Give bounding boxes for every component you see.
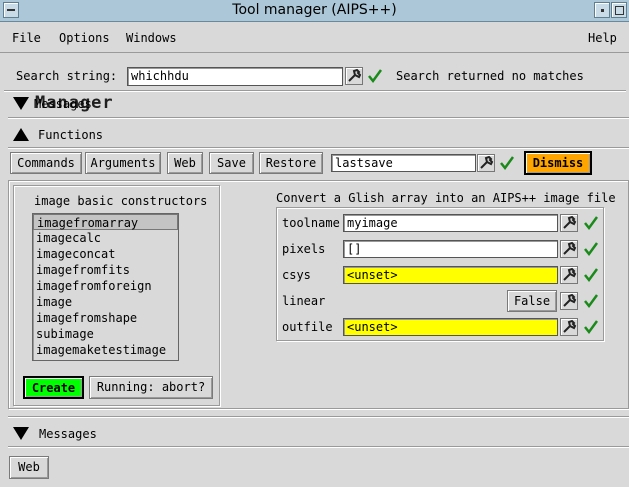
restore-button[interactable]: Restore — [259, 152, 323, 174]
functions-header[interactable]: Functions — [8, 120, 629, 146]
web-button[interactable]: Web — [167, 152, 203, 174]
separator — [8, 416, 629, 418]
menu-bar: File Options Windows Help — [0, 23, 629, 53]
maximize-button[interactable] — [611, 2, 627, 18]
list-item[interactable]: imagefromfits — [33, 262, 178, 278]
separator — [8, 446, 629, 448]
messages-header[interactable]: Messages — [8, 419, 629, 445]
function-description: Convert a Glish array into an AIPS++ ima… — [276, 191, 616, 205]
menu-help[interactable]: Help — [588, 31, 617, 45]
wrench-icon[interactable] — [560, 214, 578, 232]
search-input[interactable]: whichhdu — [127, 67, 343, 86]
arg-label-toolname: toolname — [282, 216, 340, 230]
triangle-down-icon[interactable] — [12, 424, 30, 442]
wrench-icon[interactable] — [560, 266, 578, 284]
triangle-up-icon[interactable] — [12, 125, 30, 143]
create-button[interactable]: Create — [23, 376, 84, 399]
menu-options[interactable]: Options — [59, 31, 110, 45]
manager-header[interactable]: Messages Manager — [8, 92, 629, 116]
running-abort-button[interactable]: Running: abort? — [89, 376, 213, 399]
list-item[interactable]: image — [33, 294, 178, 310]
save-button[interactable]: Save — [209, 152, 254, 174]
messages-label: Messages — [39, 427, 97, 441]
dismiss-button[interactable]: Dismiss — [524, 151, 592, 175]
list-item[interactable]: imagefromarray — [33, 214, 178, 230]
list-item[interactable]: imagemaketestimage — [33, 342, 178, 358]
minimize-button[interactable] — [594, 2, 610, 18]
separator — [8, 147, 629, 149]
list-item[interactable]: imagecalc — [33, 230, 178, 246]
window-title: Tool manager (AIPS++) — [232, 2, 397, 18]
wrench-icon[interactable] — [560, 240, 578, 258]
checkmark-icon[interactable] — [583, 241, 599, 257]
list-item[interactable]: imagefromforeign — [33, 278, 178, 294]
checkmark-icon[interactable] — [583, 267, 599, 283]
function-group-title: image basic constructors — [34, 194, 208, 208]
search-label: Search string: — [16, 69, 118, 83]
function-listbox[interactable]: imagefromarray imagecalc imageconcat ima… — [32, 213, 179, 361]
checkmark-icon[interactable] — [583, 293, 599, 309]
separator — [8, 117, 629, 119]
triangle-down-icon[interactable] — [12, 94, 30, 112]
checkmark-icon[interactable] — [367, 68, 383, 84]
checkmark-icon[interactable] — [499, 155, 515, 171]
toolname-field[interactable]: myimage — [343, 214, 558, 232]
commands-button[interactable]: Commands — [10, 152, 82, 174]
restore-name-input[interactable]: lastsave — [331, 154, 476, 172]
search-status: Search returned no matches — [396, 69, 584, 83]
title-bar[interactable]: Tool manager (AIPS++) — [0, 0, 629, 22]
functions-label: Functions — [38, 128, 104, 142]
pixels-field[interactable]: [] — [343, 240, 558, 258]
wrench-icon[interactable] — [345, 67, 363, 85]
menu-file[interactable]: File — [12, 31, 41, 45]
csys-field[interactable]: <unset> — [343, 266, 558, 284]
list-item[interactable]: imagefromshape — [33, 310, 178, 326]
manager-label: Manager — [35, 93, 114, 113]
list-item[interactable]: imageconcat — [33, 246, 178, 262]
arg-label-csys: csys — [282, 268, 311, 282]
wrench-icon[interactable] — [560, 292, 578, 310]
wrench-icon[interactable] — [477, 154, 495, 172]
arg-label-pixels: pixels — [282, 242, 326, 256]
arg-label-outfile: outfile — [282, 320, 333, 334]
outfile-field[interactable]: <unset> — [343, 318, 558, 336]
list-item[interactable]: subimage — [33, 326, 178, 342]
linear-toggle[interactable]: False — [507, 290, 557, 312]
wrench-icon[interactable] — [560, 318, 578, 336]
arguments-button[interactable]: Arguments — [85, 152, 161, 174]
checkmark-icon[interactable] — [583, 319, 599, 335]
menu-windows[interactable]: Windows — [126, 31, 177, 45]
checkmark-icon[interactable] — [583, 215, 599, 231]
arg-label-linear: linear — [282, 294, 326, 308]
footer-web-button[interactable]: Web — [9, 456, 49, 479]
